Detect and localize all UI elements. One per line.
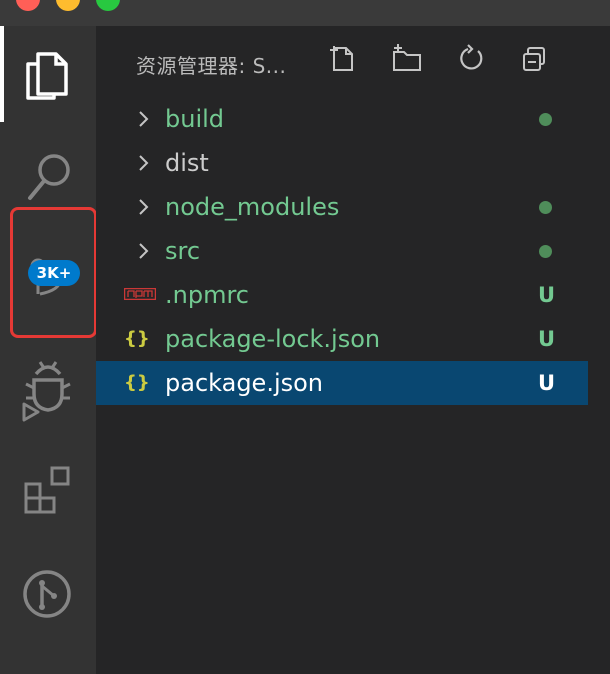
refresh-icon[interactable] — [454, 42, 488, 76]
tree-row-label: package.json — [165, 369, 324, 397]
debug-icon — [22, 361, 71, 422]
tree-row-src[interactable]: src — [96, 229, 588, 273]
title-bar — [0, 0, 610, 26]
tree-row-dist[interactable]: dist — [96, 141, 588, 185]
activity-extensions[interactable] — [0, 442, 96, 538]
chevron-right-icon — [139, 199, 149, 215]
tree-row-node-modules[interactable]: node_modules — [96, 185, 588, 229]
git-graph-icon — [23, 570, 71, 618]
chevron-right-icon — [139, 243, 149, 259]
untracked-badge: U — [538, 371, 556, 395]
tree-row-package-lock-json[interactable]: {} package-lock.json U — [96, 317, 588, 361]
npm-icon — [124, 288, 156, 300]
tree-row-label: .npmrc — [165, 281, 249, 309]
zoom-window-button[interactable] — [96, 0, 120, 11]
new-folder-icon[interactable] — [390, 42, 424, 76]
collapse-all-icon[interactable] — [518, 42, 552, 76]
untracked-badge: U — [538, 327, 556, 351]
tree-row-package-json[interactable]: {} package.json U — [96, 361, 588, 405]
explorer-sidebar: 资源管理器: S... build dist node_modules src — [96, 26, 610, 674]
tree-row-label: build — [165, 105, 225, 133]
untracked-badge: U — [538, 283, 556, 307]
activity-debug[interactable] — [0, 338, 96, 434]
tree-row-label: package-lock.json — [165, 325, 381, 353]
highlight-annotation-box — [10, 207, 97, 338]
tree-row-npmrc[interactable]: .npmrc U — [96, 273, 588, 317]
tree-row-label: src — [165, 237, 201, 265]
modified-dot — [539, 245, 552, 258]
chevron-right-icon — [139, 155, 149, 171]
explorer-icon — [26, 52, 68, 100]
chevron-right-icon — [139, 111, 149, 127]
modified-dot — [539, 201, 552, 214]
tree-row-label: dist — [165, 149, 209, 177]
activity-explorer[interactable] — [0, 26, 96, 122]
modified-dot — [539, 113, 552, 126]
activity-bar — [0, 26, 96, 674]
tree-row-label: node_modules — [165, 193, 340, 221]
minimize-window-button[interactable] — [56, 0, 80, 11]
activity-git-graph[interactable] — [0, 546, 96, 642]
tree-row-build[interactable]: build — [96, 97, 588, 141]
new-file-icon[interactable] — [326, 42, 360, 76]
extensions-icon — [24, 466, 70, 514]
explorer-title: 资源管理器: S... — [136, 54, 287, 78]
close-window-button[interactable] — [16, 0, 40, 11]
json-icon: {} — [124, 328, 150, 349]
json-icon: {} — [124, 372, 150, 393]
